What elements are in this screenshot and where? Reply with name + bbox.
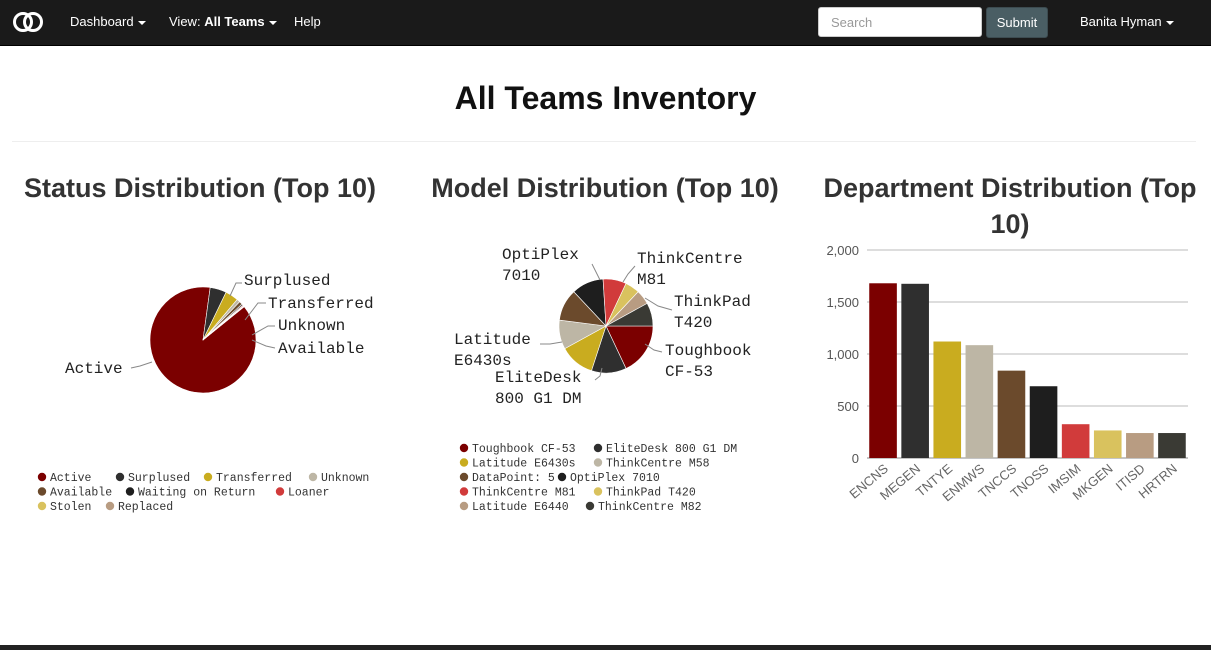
model-label-elitedesk-line1: EliteDesk bbox=[495, 369, 581, 387]
status-chart-title: Status Distribution (Top 10) bbox=[24, 173, 376, 203]
dept-ytick-label: 1,000 bbox=[826, 347, 859, 362]
model-label-toughbook-line1: Toughbook bbox=[665, 342, 751, 360]
status-legend-item-loaner[interactable]: Loaner bbox=[288, 487, 329, 500]
dept-ytick-label: 2,000 bbox=[826, 243, 859, 258]
user-name: Banita Hyman bbox=[1080, 14, 1162, 29]
dashboard-menu[interactable]: Dashboard bbox=[70, 14, 146, 29]
dept-ytick-label: 1,500 bbox=[826, 295, 859, 310]
model-label-latitude-line1: Latitude bbox=[454, 331, 531, 349]
dept-bar-megen[interactable] bbox=[901, 283, 929, 458]
model-legend-swatch-elitedesk-800-g1-dm bbox=[593, 443, 603, 453]
status-label-active: Active bbox=[65, 360, 123, 378]
status-legend-swatch-unknown bbox=[308, 472, 318, 482]
model-legend-swatch-thinkcentre-m58 bbox=[593, 458, 603, 467]
dept-bar-itisd[interactable] bbox=[1126, 433, 1154, 458]
user-menu[interactable]: Banita Hyman bbox=[1080, 14, 1174, 29]
dept-ytick-label: 0 bbox=[852, 451, 859, 466]
chevron-down-icon bbox=[1165, 20, 1174, 25]
page-title: All Teams Inventory bbox=[454, 80, 757, 116]
dept-bar-encns[interactable] bbox=[869, 283, 897, 458]
divider bbox=[12, 141, 1196, 142]
status-legend-swatch-stolen bbox=[37, 501, 47, 511]
view-prefix: View: bbox=[169, 14, 201, 29]
dept-bar-imsim[interactable] bbox=[1061, 424, 1090, 458]
status-label-available: Available bbox=[278, 340, 364, 358]
rings-logo-icon[interactable] bbox=[12, 9, 44, 35]
help-link[interactable]: Help bbox=[294, 14, 321, 29]
status-legend-item-waiting-on-return[interactable]: Waiting on Return bbox=[138, 487, 255, 500]
dashboard-label: Dashboard bbox=[70, 14, 134, 29]
model-label-elitedesk-line2: 800 G1 DM bbox=[495, 390, 581, 408]
model-legend-swatch-latitude-e6430s bbox=[459, 458, 469, 467]
model-legend-item-thinkcentre-m81[interactable]: ThinkCentre M81 bbox=[472, 487, 576, 500]
dept-ytick-label: 500 bbox=[837, 399, 859, 414]
department-chart-title: Department Distribution (Top 10) bbox=[823, 173, 1197, 239]
model-label-t420-line1: ThinkPad bbox=[674, 293, 751, 311]
status-legend-item-unknown[interactable]: Unknown bbox=[321, 472, 369, 485]
model-legend-item-toughbook-cf-53[interactable]: Toughbook CF-53 bbox=[472, 443, 576, 456]
model-legend-swatch-thinkcentre-m82 bbox=[585, 501, 595, 511]
status-label-unknown: Unknown bbox=[278, 317, 345, 335]
model-label-latitude-line2: E6430s bbox=[454, 352, 512, 370]
status-pie-chart: Surplused Transferred Unknown Available … bbox=[37, 272, 374, 514]
department-bar-chart: 05001,0001,5002,000ENCNSMEGENTNTYEENMWST… bbox=[826, 243, 1188, 504]
model-legend-item-datapoint-5[interactable]: DataPoint: 5 bbox=[472, 472, 555, 485]
dept-bar-hrtrn[interactable] bbox=[1158, 433, 1186, 458]
model-legend-swatch-thinkpad-t420 bbox=[593, 487, 603, 496]
status-legend-item-available[interactable]: Available bbox=[50, 487, 112, 500]
status-label-transferred: Transferred bbox=[268, 295, 374, 313]
dept-bar-tnoss[interactable] bbox=[1029, 386, 1058, 458]
model-label-m81-line1: ThinkCentre bbox=[637, 250, 743, 268]
status-legend-swatch-active bbox=[37, 472, 47, 482]
status-legend-item-surplused[interactable]: Surplused bbox=[128, 472, 190, 485]
chevron-down-icon bbox=[137, 20, 146, 25]
chevron-down-icon bbox=[268, 20, 277, 25]
status-label-surplused: Surplused bbox=[244, 272, 330, 290]
model-legend-swatch-datapoint-5 bbox=[459, 472, 469, 482]
dept-bar-mkgen[interactable] bbox=[1093, 430, 1122, 458]
status-legend-item-transferred[interactable]: Transferred bbox=[216, 472, 292, 485]
status-legend-swatch-waiting-on-return bbox=[125, 487, 135, 496]
model-legend-swatch-thinkcentre-m81 bbox=[459, 487, 469, 496]
status-legend-swatch-transferred bbox=[203, 472, 213, 482]
model-legend-item-thinkcentre-m82[interactable]: ThinkCentre M82 bbox=[598, 501, 702, 514]
model-label-toughbook-line2: CF-53 bbox=[665, 363, 713, 381]
model-legend-item-thinkcentre-m58[interactable]: ThinkCentre M58 bbox=[606, 458, 710, 471]
view-menu[interactable]: View: All Teams bbox=[169, 14, 277, 29]
submit-button[interactable]: Submit bbox=[986, 7, 1048, 38]
status-legend-swatch-replaced bbox=[105, 501, 115, 511]
model-legend-item-latitude-e6440[interactable]: Latitude E6440 bbox=[472, 501, 569, 514]
model-label-m81-line2: M81 bbox=[637, 271, 666, 289]
model-chart-title: Model Distribution (Top 10) bbox=[431, 173, 779, 203]
status-legend-swatch-surplused bbox=[115, 472, 125, 482]
search-input[interactable] bbox=[818, 7, 982, 37]
model-label-optiplex-line2: 7010 bbox=[502, 267, 540, 285]
model-pie-chart: OptiPlex 7010 ThinkCentre M81 ThinkPad T… bbox=[454, 246, 751, 514]
model-legend-item-latitude-e6430s[interactable]: Latitude E6430s bbox=[472, 458, 576, 471]
status-legend-item-stolen[interactable]: Stolen bbox=[50, 501, 91, 514]
top-navbar: Dashboard View: All Teams Help Submit Ba… bbox=[0, 0, 1211, 46]
dept-bar-enmws[interactable] bbox=[965, 345, 994, 458]
view-value: All Teams bbox=[204, 14, 265, 29]
model-legend-item-thinkpad-t420[interactable]: ThinkPad T420 bbox=[606, 487, 696, 500]
model-legend-swatch-optiplex-7010 bbox=[557, 472, 567, 482]
model-legend-item-elitedesk-800-g1-dm[interactable]: EliteDesk 800 G1 DM bbox=[606, 443, 737, 456]
status-legend-swatch-loaner bbox=[275, 487, 285, 496]
model-legend-swatch-latitude-e6440 bbox=[459, 501, 469, 511]
dept-bar-tntye[interactable] bbox=[933, 341, 962, 458]
model-label-optiplex-line1: OptiPlex bbox=[502, 246, 579, 264]
status-legend-item-replaced[interactable]: Replaced bbox=[118, 501, 173, 514]
model-legend-swatch-toughbook-cf-53 bbox=[459, 443, 469, 453]
model-label-t420-line2: T420 bbox=[674, 314, 712, 332]
bottom-edge bbox=[0, 645, 1211, 650]
model-legend-item-optiplex-7010[interactable]: OptiPlex 7010 bbox=[570, 472, 660, 485]
status-legend-swatch-available bbox=[37, 487, 47, 496]
dept-bar-tnccs[interactable] bbox=[997, 370, 1026, 458]
status-legend-item-active[interactable]: Active bbox=[50, 472, 92, 485]
